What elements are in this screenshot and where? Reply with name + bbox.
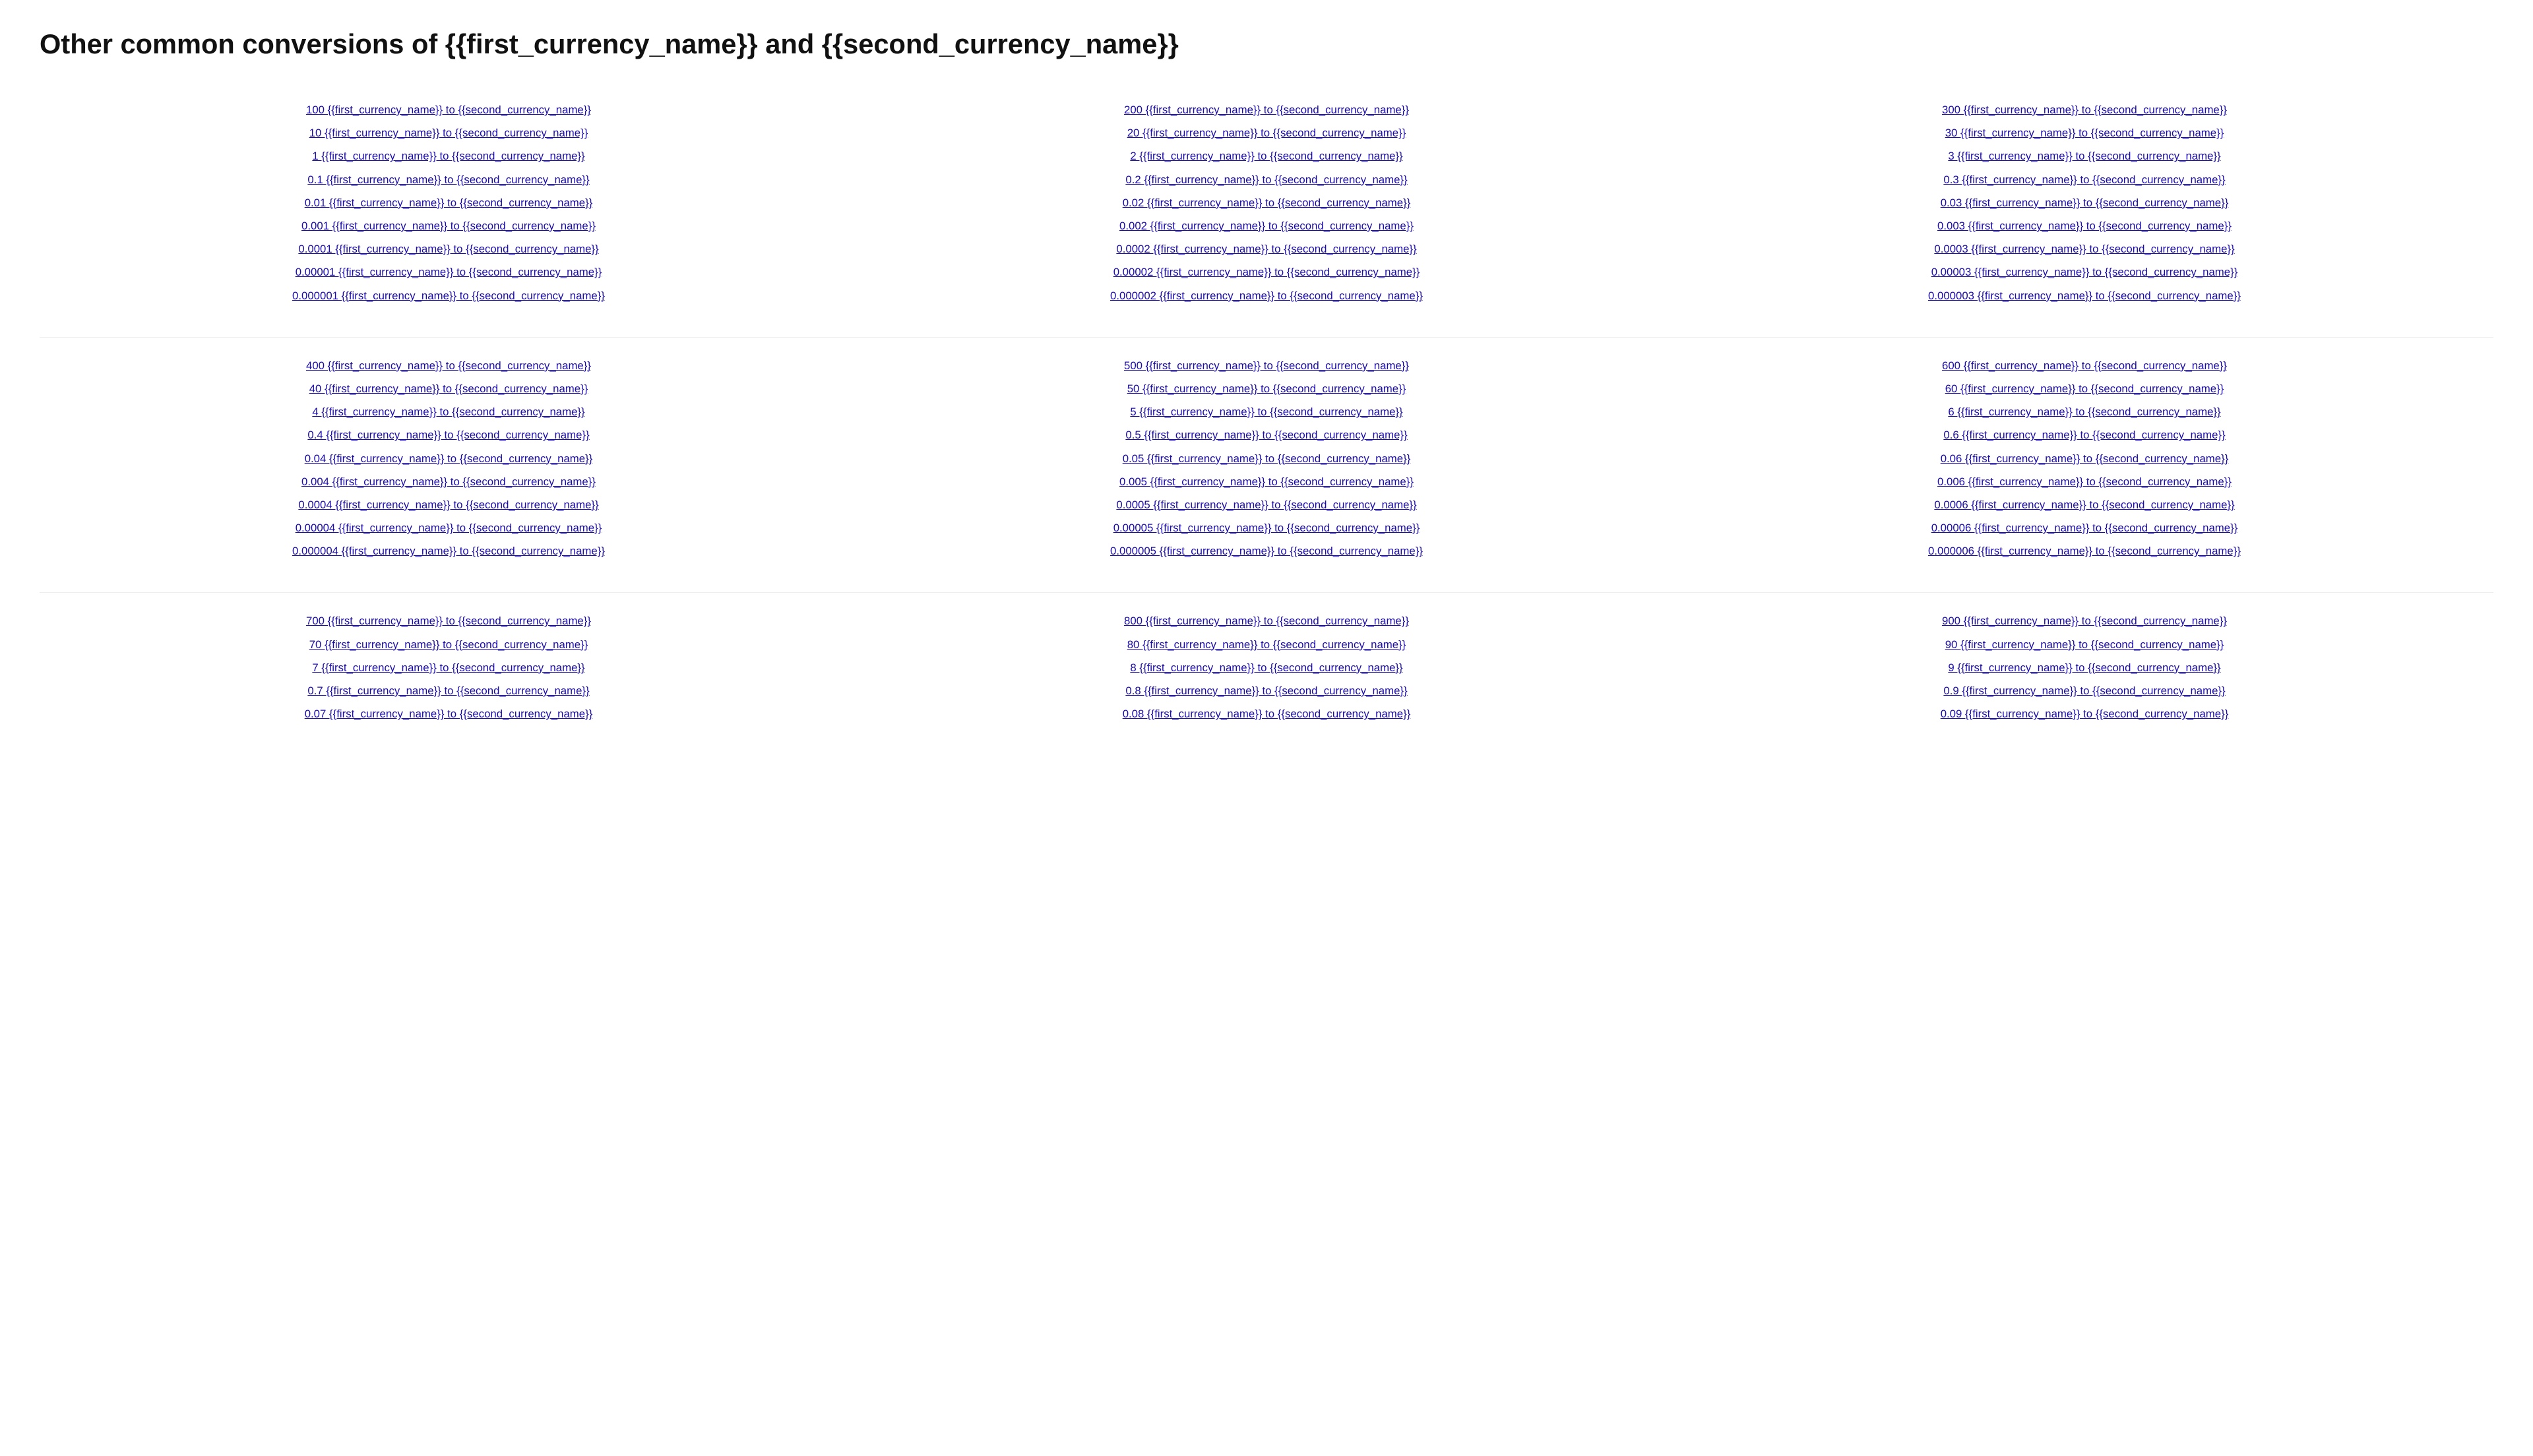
- conv-link-1-1-1[interactable]: 100 {{first_currency_name}} to {{second_…: [306, 102, 591, 118]
- page-title: Other common conversions of {{first_curr…: [40, 26, 2493, 62]
- grid-section-2: 400 {{first_currency_name}} to {{second_…: [40, 351, 2493, 566]
- conv-link-3-3-1[interactable]: 900 {{first_currency_name}} to {{second_…: [1942, 613, 2227, 629]
- column-3-1: 700 {{first_currency_name}} to {{second_…: [40, 606, 858, 729]
- conv-link-1-1-9[interactable]: 0.000001 {{first_currency_name}} to {{se…: [292, 288, 605, 304]
- conv-link-1-2-5[interactable]: 0.02 {{first_currency_name}} to {{second…: [1123, 195, 1411, 211]
- conv-link-1-1-8[interactable]: 0.00001 {{first_currency_name}} to {{sec…: [296, 264, 602, 280]
- conv-link-1-1-4[interactable]: 0.1 {{first_currency_name}} to {{second_…: [307, 171, 589, 188]
- conv-link-1-3-9[interactable]: 0.000003 {{first_currency_name}} to {{se…: [1928, 288, 2241, 304]
- conv-link-1-2-3[interactable]: 2 {{first_currency_name}} to {{second_cu…: [1130, 148, 1402, 164]
- conv-link-3-2-1[interactable]: 800 {{first_currency_name}} to {{second_…: [1124, 613, 1409, 629]
- conv-link-1-2-4[interactable]: 0.2 {{first_currency_name}} to {{second_…: [1125, 171, 1407, 188]
- conv-link-2-1-5[interactable]: 0.04 {{first_currency_name}} to {{second…: [305, 450, 593, 467]
- conv-link-3-1-2[interactable]: 70 {{first_currency_name}} to {{second_c…: [309, 636, 588, 653]
- conv-link-2-3-1[interactable]: 600 {{first_currency_name}} to {{second_…: [1942, 357, 2227, 374]
- conv-link-3-3-2[interactable]: 90 {{first_currency_name}} to {{second_c…: [1945, 636, 2224, 653]
- column-3-2: 800 {{first_currency_name}} to {{second_…: [858, 606, 1675, 729]
- conv-link-1-2-6[interactable]: 0.002 {{first_currency_name}} to {{secon…: [1119, 218, 1414, 234]
- conv-link-3-3-3[interactable]: 9 {{first_currency_name}} to {{second_cu…: [1948, 659, 2220, 676]
- conv-link-2-3-5[interactable]: 0.06 {{first_currency_name}} to {{second…: [1941, 450, 2229, 467]
- conv-link-2-1-9[interactable]: 0.000004 {{first_currency_name}} to {{se…: [292, 543, 605, 559]
- conv-link-1-3-8[interactable]: 0.00003 {{first_currency_name}} to {{sec…: [1931, 264, 2238, 280]
- conv-link-1-1-2[interactable]: 10 {{first_currency_name}} to {{second_c…: [309, 125, 588, 141]
- column-2-3: 600 {{first_currency_name}} to {{second_…: [1675, 351, 2493, 566]
- conv-link-2-1-7[interactable]: 0.0004 {{first_currency_name}} to {{seco…: [298, 497, 598, 513]
- conv-link-2-2-2[interactable]: 50 {{first_currency_name}} to {{second_c…: [1127, 380, 1406, 397]
- column-1-2: 200 {{first_currency_name}} to {{second_…: [858, 95, 1675, 311]
- conv-link-2-3-7[interactable]: 0.0006 {{first_currency_name}} to {{seco…: [1934, 497, 2234, 513]
- conv-link-1-2-9[interactable]: 0.000002 {{first_currency_name}} to {{se…: [1110, 288, 1423, 304]
- conv-link-2-1-8[interactable]: 0.00004 {{first_currency_name}} to {{sec…: [296, 520, 602, 536]
- conv-link-3-2-2[interactable]: 80 {{first_currency_name}} to {{second_c…: [1127, 636, 1406, 653]
- conv-link-2-2-9[interactable]: 0.000005 {{first_currency_name}} to {{se…: [1110, 543, 1423, 559]
- conv-link-2-3-8[interactable]: 0.00006 {{first_currency_name}} to {{sec…: [1931, 520, 2238, 536]
- conv-link-2-2-8[interactable]: 0.00005 {{first_currency_name}} to {{sec…: [1113, 520, 1420, 536]
- conv-link-2-1-2[interactable]: 40 {{first_currency_name}} to {{second_c…: [309, 380, 588, 397]
- conv-link-1-1-6[interactable]: 0.001 {{first_currency_name}} to {{secon…: [301, 218, 596, 234]
- conv-link-2-3-6[interactable]: 0.006 {{first_currency_name}} to {{secon…: [1937, 473, 2232, 490]
- conv-link-3-2-4[interactable]: 0.8 {{first_currency_name}} to {{second_…: [1125, 682, 1407, 699]
- conv-link-2-3-9[interactable]: 0.000006 {{first_currency_name}} to {{se…: [1928, 543, 2241, 559]
- column-1-3: 300 {{first_currency_name}} to {{second_…: [1675, 95, 2493, 311]
- conv-link-2-2-5[interactable]: 0.05 {{first_currency_name}} to {{second…: [1123, 450, 1411, 467]
- conv-link-2-3-3[interactable]: 6 {{first_currency_name}} to {{second_cu…: [1948, 404, 2220, 420]
- conv-link-2-3-2[interactable]: 60 {{first_currency_name}} to {{second_c…: [1945, 380, 2224, 397]
- column-3-3: 900 {{first_currency_name}} to {{second_…: [1675, 606, 2493, 729]
- column-2-2: 500 {{first_currency_name}} to {{second_…: [858, 351, 1675, 566]
- conv-link-2-1-4[interactable]: 0.4 {{first_currency_name}} to {{second_…: [307, 427, 589, 443]
- conv-link-2-1-3[interactable]: 4 {{first_currency_name}} to {{second_cu…: [312, 404, 584, 420]
- column-2-1: 400 {{first_currency_name}} to {{second_…: [40, 351, 858, 566]
- conv-link-1-1-7[interactable]: 0.0001 {{first_currency_name}} to {{seco…: [298, 241, 598, 257]
- conv-link-3-3-4[interactable]: 0.9 {{first_currency_name}} to {{second_…: [1943, 682, 2225, 699]
- conv-link-3-3-5[interactable]: 0.09 {{first_currency_name}} to {{second…: [1941, 706, 2229, 722]
- conv-link-1-3-2[interactable]: 30 {{first_currency_name}} to {{second_c…: [1945, 125, 2224, 141]
- conv-link-1-3-3[interactable]: 3 {{first_currency_name}} to {{second_cu…: [1948, 148, 2220, 164]
- conv-link-2-2-4[interactable]: 0.5 {{first_currency_name}} to {{second_…: [1125, 427, 1407, 443]
- grid-section-3: 700 {{first_currency_name}} to {{second_…: [40, 606, 2493, 729]
- conv-link-1-2-2[interactable]: 20 {{first_currency_name}} to {{second_c…: [1127, 125, 1406, 141]
- conv-link-3-1-4[interactable]: 0.7 {{first_currency_name}} to {{second_…: [307, 682, 589, 699]
- conv-link-1-3-1[interactable]: 300 {{first_currency_name}} to {{second_…: [1942, 102, 2227, 118]
- conv-link-3-1-5[interactable]: 0.07 {{first_currency_name}} to {{second…: [305, 706, 593, 722]
- conv-link-2-1-6[interactable]: 0.004 {{first_currency_name}} to {{secon…: [301, 473, 596, 490]
- section-divider-2: [40, 592, 2493, 593]
- conv-link-1-3-7[interactable]: 0.0003 {{first_currency_name}} to {{seco…: [1934, 241, 2234, 257]
- conv-link-2-2-6[interactable]: 0.005 {{first_currency_name}} to {{secon…: [1119, 473, 1414, 490]
- conv-link-2-3-4[interactable]: 0.6 {{first_currency_name}} to {{second_…: [1943, 427, 2225, 443]
- column-1-1: 100 {{first_currency_name}} to {{second_…: [40, 95, 858, 311]
- conv-link-2-1-1[interactable]: 400 {{first_currency_name}} to {{second_…: [306, 357, 591, 374]
- conv-link-1-1-3[interactable]: 1 {{first_currency_name}} to {{second_cu…: [312, 148, 584, 164]
- conv-link-1-2-7[interactable]: 0.0002 {{first_currency_name}} to {{seco…: [1116, 241, 1416, 257]
- conv-link-3-2-3[interactable]: 8 {{first_currency_name}} to {{second_cu…: [1130, 659, 1402, 676]
- conv-link-1-3-4[interactable]: 0.3 {{first_currency_name}} to {{second_…: [1943, 171, 2225, 188]
- section-divider-1: [40, 337, 2493, 338]
- conv-link-3-1-1[interactable]: 700 {{first_currency_name}} to {{second_…: [306, 613, 591, 629]
- conv-link-3-1-3[interactable]: 7 {{first_currency_name}} to {{second_cu…: [312, 659, 584, 676]
- conv-link-2-2-3[interactable]: 5 {{first_currency_name}} to {{second_cu…: [1130, 404, 1402, 420]
- conv-link-2-2-7[interactable]: 0.0005 {{first_currency_name}} to {{seco…: [1116, 497, 1416, 513]
- conv-link-1-3-5[interactable]: 0.03 {{first_currency_name}} to {{second…: [1941, 195, 2229, 211]
- conv-link-1-2-1[interactable]: 200 {{first_currency_name}} to {{second_…: [1124, 102, 1409, 118]
- conv-link-1-3-6[interactable]: 0.003 {{first_currency_name}} to {{secon…: [1937, 218, 2232, 234]
- conv-link-2-2-1[interactable]: 500 {{first_currency_name}} to {{second_…: [1124, 357, 1409, 374]
- grid-section-1: 100 {{first_currency_name}} to {{second_…: [40, 95, 2493, 311]
- conv-link-1-2-8[interactable]: 0.00002 {{first_currency_name}} to {{sec…: [1113, 264, 1420, 280]
- conv-link-3-2-5[interactable]: 0.08 {{first_currency_name}} to {{second…: [1123, 706, 1411, 722]
- conv-link-1-1-5[interactable]: 0.01 {{first_currency_name}} to {{second…: [305, 195, 593, 211]
